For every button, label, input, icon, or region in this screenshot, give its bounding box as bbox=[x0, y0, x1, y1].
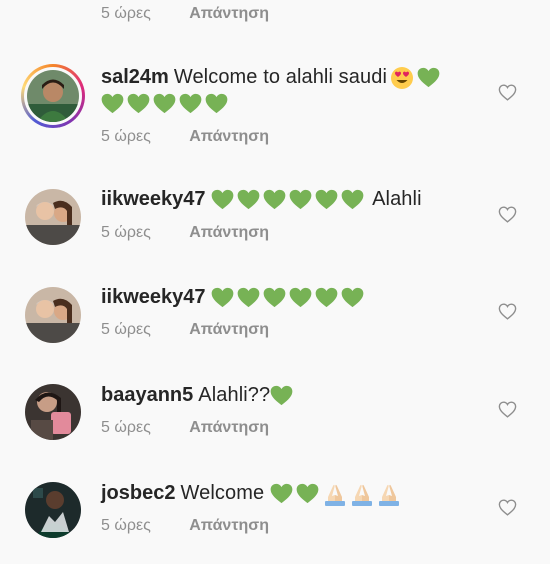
comment-emoji-row bbox=[101, 90, 231, 117]
green-heart-icon bbox=[205, 93, 228, 114]
folded-hands-emoji bbox=[349, 482, 375, 506]
comment-time: 5 ώρες bbox=[101, 5, 151, 22]
like-heart-icon[interactable] bbox=[498, 499, 517, 516]
comment-text: baayann5 Alahli?? bbox=[101, 382, 296, 409]
green-heart-icon bbox=[237, 189, 260, 210]
green-heart-icon bbox=[263, 287, 286, 308]
comment-meta: 5 ώρες Απάντηση bbox=[101, 128, 269, 146]
green-heart-icon bbox=[341, 287, 364, 308]
green-heart-icon bbox=[289, 189, 312, 210]
avatar[interactable] bbox=[25, 287, 81, 343]
comment-body: Alahli?? bbox=[198, 384, 271, 406]
comment-username[interactable]: josbec2 bbox=[101, 482, 175, 504]
avatar[interactable] bbox=[25, 189, 81, 245]
comment-text: iikweeky47 Alahli bbox=[101, 186, 422, 213]
comment-time: 5 ώρες bbox=[101, 128, 151, 145]
green-heart-icon bbox=[179, 93, 202, 114]
comment-text: iikweeky47 bbox=[101, 284, 367, 311]
reply-button[interactable]: Απάντηση bbox=[189, 5, 269, 22]
avatar[interactable] bbox=[25, 482, 81, 538]
comment-body: Welcome bbox=[180, 482, 265, 504]
comment-body: Welcome to alahli saudi bbox=[173, 66, 387, 88]
like-heart-icon[interactable] bbox=[498, 401, 517, 418]
green-heart-icon bbox=[289, 287, 312, 308]
folded-hands-emoji bbox=[322, 482, 348, 506]
comment-meta: 5 ώρες Απάντηση bbox=[101, 419, 269, 437]
comment-meta: 5 ώρες Απάντηση bbox=[101, 517, 269, 535]
green-heart-icon bbox=[315, 287, 338, 308]
green-heart-icon bbox=[270, 483, 293, 504]
green-heart-icon bbox=[211, 189, 234, 210]
green-heart-icon bbox=[270, 385, 293, 406]
like-heart-icon[interactable] bbox=[498, 303, 517, 320]
heart-eyes-emoji bbox=[390, 66, 414, 90]
comment-time: 5 ώρες bbox=[101, 321, 151, 338]
comment-username[interactable]: iikweeky47 bbox=[101, 286, 206, 308]
green-heart-icon bbox=[296, 483, 319, 504]
comment-meta: 5 ώρες Απάντηση bbox=[101, 321, 269, 339]
comment-body: Alahli bbox=[372, 188, 422, 210]
comment-time: 5 ώρες bbox=[101, 419, 151, 436]
green-heart-icon bbox=[237, 287, 260, 308]
comment-text: josbec2 Welcome bbox=[101, 480, 403, 507]
comment-username[interactable]: iikweeky47 bbox=[101, 188, 206, 210]
avatar[interactable] bbox=[21, 64, 85, 128]
green-heart-icon bbox=[211, 287, 234, 308]
comment-username[interactable]: baayann5 bbox=[101, 384, 193, 406]
comment-text: sal24m Welcome to alahli saudi bbox=[101, 64, 443, 91]
reply-button[interactable]: Απάντηση bbox=[189, 128, 269, 145]
reply-button[interactable]: Απάντηση bbox=[189, 517, 269, 534]
reply-button[interactable]: Απάντηση bbox=[189, 321, 269, 338]
reply-button[interactable]: Απάντηση bbox=[189, 224, 269, 241]
green-heart-icon bbox=[127, 93, 150, 114]
reply-button[interactable]: Απάντηση bbox=[189, 419, 269, 436]
comment-meta: 5 ώρες Απάντηση bbox=[101, 224, 269, 242]
top-comment-meta: 5 ώρες Απάντηση bbox=[101, 5, 269, 23]
green-heart-icon bbox=[263, 189, 286, 210]
green-heart-icon bbox=[101, 93, 124, 114]
green-heart-icon bbox=[341, 189, 364, 210]
green-heart-icon bbox=[153, 93, 176, 114]
green-heart-icon bbox=[417, 67, 440, 88]
avatar[interactable] bbox=[25, 384, 81, 440]
comment-time: 5 ώρες bbox=[101, 517, 151, 534]
comment-username[interactable]: sal24m bbox=[101, 66, 169, 88]
green-heart-icon bbox=[315, 189, 338, 210]
like-heart-icon[interactable] bbox=[498, 84, 517, 101]
like-heart-icon[interactable] bbox=[498, 206, 517, 223]
folded-hands-emoji bbox=[376, 482, 402, 506]
comment-time: 5 ώρες bbox=[101, 224, 151, 241]
